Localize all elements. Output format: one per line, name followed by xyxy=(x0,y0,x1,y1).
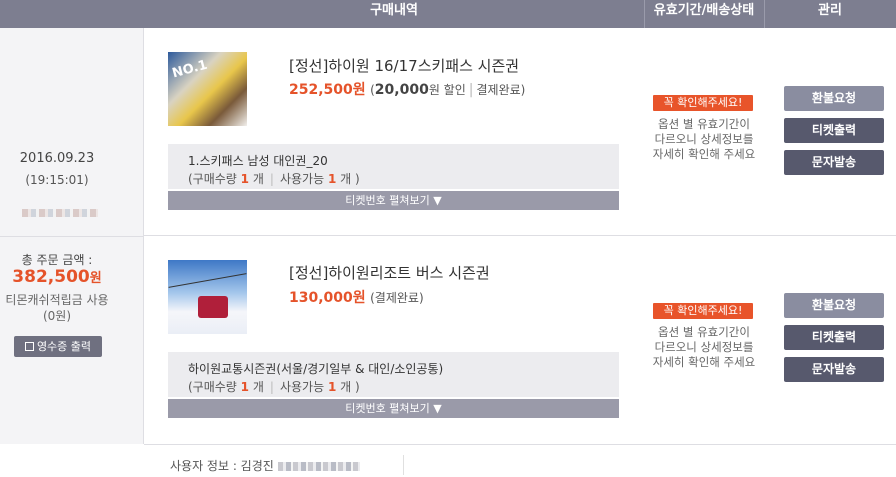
refund-request-button[interactable]: 환불요청 xyxy=(784,86,884,111)
receipt-print-label: 영수증 출력 xyxy=(36,340,92,353)
product-price: 252,500원 (20,000원 할인 | 결제완료) xyxy=(289,79,525,99)
validity-note-line: 옵션 별 유효기간이 xyxy=(658,117,750,131)
header-manage: 관리 xyxy=(818,3,842,18)
price-unit: 원 xyxy=(352,290,366,306)
option-quantity: (구매수량 1 개 | 사용가능 1 개 ) xyxy=(188,378,360,395)
send-sms-button[interactable]: 문자발송 xyxy=(784,357,884,382)
avail-value: 1 xyxy=(327,380,337,394)
check-notice-badge: 꼭 확인해주세요! xyxy=(653,303,753,319)
total-amount: 382,500원 xyxy=(0,267,114,287)
option-quantity: (구매수량 1 개 | 사용가능 1 개 ) xyxy=(188,170,360,187)
price-amount: 252,500 xyxy=(289,82,353,98)
send-sms-button[interactable]: 문자발송 xyxy=(784,150,884,175)
qty-label: (구매수량 xyxy=(188,380,237,394)
validity-note-line: 자세히 확인해 주세요 xyxy=(652,355,756,369)
order-item-row: NO.1 [정선]하이원 16/17스키패스 시즌권 252,500원 (20,… xyxy=(144,28,896,235)
price-unit: 원 xyxy=(352,82,366,98)
payment-status: 결제완료 xyxy=(476,83,521,97)
ticket-print-button[interactable]: 티켓출력 xyxy=(784,118,884,143)
qty-label: (구매수량 xyxy=(188,172,237,186)
price-paren-close: ) xyxy=(520,83,526,97)
receipt-icon xyxy=(24,342,34,351)
thumbnail-cable xyxy=(168,273,247,288)
validity-note: 옵션 별 유효기간이 다르오니 상세정보를 자세히 확인해 주세요 xyxy=(644,325,764,370)
option-name: 1.스키패스 남성 대인권_20 xyxy=(188,154,328,168)
total-amount-unit: 원 xyxy=(89,271,102,286)
avail-label: 사용가능 xyxy=(279,380,325,394)
order-item-row: [정선]하이원리조트 버스 시즌권 130,000원 (결제완료) 하이원교통시… xyxy=(144,236,896,444)
product-thumbnail[interactable] xyxy=(168,260,247,334)
thumbnail-logo: NO.1 xyxy=(170,57,209,82)
user-info-label: 사용자 정보 : 김경진 xyxy=(170,459,274,473)
order-time: (19:15:01) xyxy=(25,173,89,187)
validity-note-line: 다르오니 상세정보를 xyxy=(654,340,754,354)
option-box: 하이원교통시즌권(서울/경기일부 & 대인/소인공통) (구매수량 1 개 | 사용… xyxy=(168,352,619,397)
qty-value: 1 xyxy=(240,172,250,186)
total-amount-value: 382,500 xyxy=(12,267,90,287)
qty-unit: 개 xyxy=(252,172,264,186)
redacted-user-contact xyxy=(277,462,360,471)
qty-value: 1 xyxy=(240,380,250,394)
qty-unit: 개 xyxy=(252,380,264,394)
avail-value: 1 xyxy=(327,172,337,186)
row-divider xyxy=(144,444,896,445)
validity-note-line: 자세히 확인해 주세요 xyxy=(652,147,756,161)
product-thumbnail[interactable]: NO.1 xyxy=(168,52,247,126)
divider xyxy=(0,236,144,237)
payment-status: (결제완료) xyxy=(370,291,424,305)
product-title[interactable]: [정선]하이원 16/17스키패스 시즌권 xyxy=(289,55,519,76)
header-validity: 유효기간/배송상태 xyxy=(653,3,755,18)
divider: | xyxy=(269,380,274,394)
header-order-history: 구매내역 xyxy=(370,3,418,18)
validity-note-line: 다르오니 상세정보를 xyxy=(654,132,754,146)
avail-label: 사용가능 xyxy=(279,172,325,186)
product-title[interactable]: [정선]하이원리조트 버스 시즌권 xyxy=(289,262,490,283)
price-amount: 130,000 xyxy=(289,290,353,306)
discount-amount: 20,000 xyxy=(374,82,429,98)
validity-note: 옵션 별 유효기간이 다르오니 상세정보를 자세히 확인해 주세요 xyxy=(644,117,764,162)
ticket-print-button[interactable]: 티켓출력 xyxy=(784,325,884,350)
divider xyxy=(403,455,404,475)
user-info: 사용자 정보 : 김경진 xyxy=(170,457,360,474)
redacted-order-number xyxy=(22,209,98,217)
divider: | xyxy=(468,82,474,98)
discount-suffix: 원 할인 xyxy=(428,83,466,97)
option-box: 1.스키패스 남성 대인권_20 (구매수량 1 개 | 사용가능 1 개 ) xyxy=(168,144,619,189)
thumbnail-gondola xyxy=(198,296,228,318)
avail-unit: 개 ) xyxy=(340,172,360,186)
ticket-number-expand-button[interactable]: 티켓번호 펼쳐보기 ▼ xyxy=(168,399,619,418)
receipt-print-button[interactable]: 영수증 출력 xyxy=(14,336,102,357)
refund-request-button[interactable]: 환불요청 xyxy=(784,293,884,318)
points-label: 티몬캐쉬적립금 사용 xyxy=(5,293,109,307)
order-date: 2016.09.23 xyxy=(19,151,95,166)
ticket-number-expand-button[interactable]: 티켓번호 펼쳐보기 ▼ xyxy=(168,191,619,210)
validity-note-line: 옵션 별 유효기간이 xyxy=(658,325,750,339)
table-header: 구매내역 유효기간/배송상태 관리 xyxy=(0,0,896,28)
points-value: (0원) xyxy=(42,309,72,323)
divider: | xyxy=(269,172,274,186)
avail-unit: 개 ) xyxy=(340,380,360,394)
order-summary: 2016.09.23 (19:15:01) 총 주문 금액 : 382,500원… xyxy=(0,28,144,444)
total-label: 총 주문 금액 : xyxy=(21,253,93,267)
check-notice-badge: 꼭 확인해주세요! xyxy=(653,95,753,111)
option-name: 하이원교통시즌권(서울/경기일부 & 대인/소인공통) xyxy=(188,362,444,376)
product-price: 130,000원 (결제완료) xyxy=(289,287,424,307)
